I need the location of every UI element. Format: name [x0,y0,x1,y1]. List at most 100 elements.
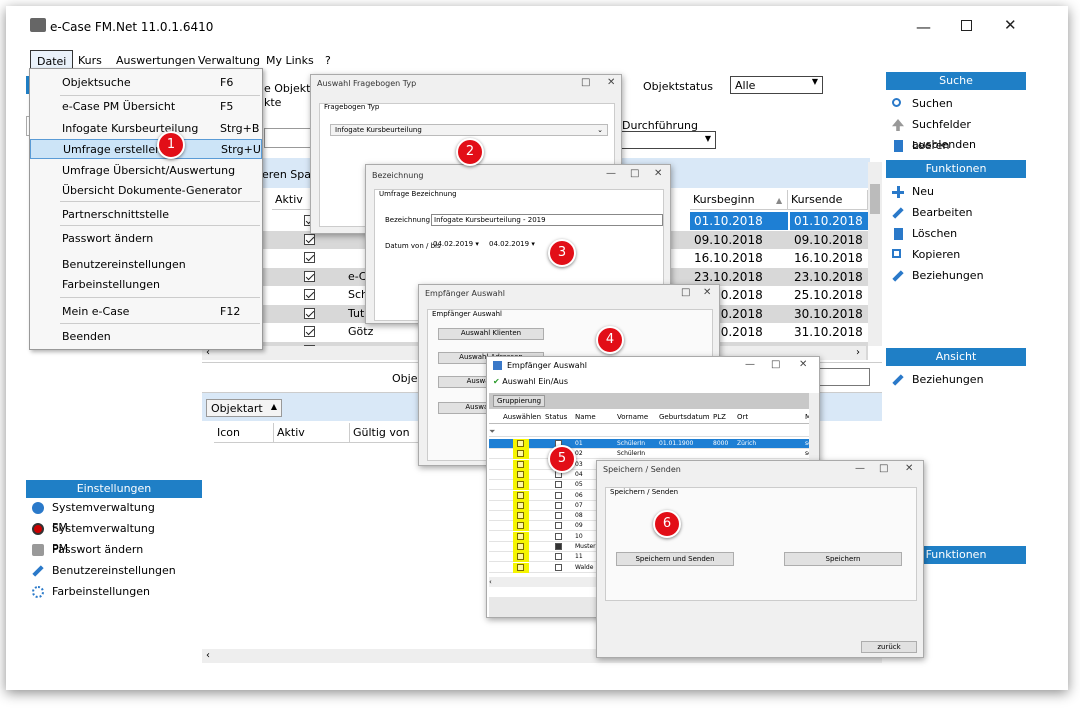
maximize-icon[interactable]: □ [879,463,888,474]
menu-mylinks[interactable]: My Links [266,54,314,67]
menu-item[interactable]: Partnerschnittstelle [30,205,262,225]
panel-item-label: Farbeinstellungen [52,585,150,598]
bezeichnung-input[interactable]: Infogate Kursbeurteilung - 2019 [431,214,663,226]
aktiv-checkbox[interactable] [304,289,315,300]
menu-item[interactable]: Benutzereinstellungen [30,255,262,275]
panel-item[interactable]: Benutzereinstellungen [26,561,176,581]
menu-item[interactable]: Passwort ändern [30,229,262,249]
menu-auswertungen[interactable]: Auswertungen [116,54,196,67]
close-icon[interactable]: ✕ [703,287,711,298]
header-aktiv[interactable]: Aktiv [274,423,350,443]
header-icon[interactable]: Icon [214,423,274,443]
auswahl-klienten-button[interactable]: Auswahl Klienten [438,328,544,340]
fragebogen-select[interactable]: Infogate Kursbeurteilung ⌄ [330,124,608,136]
search-input-left[interactable] [264,128,314,148]
maximize-icon[interactable]: □ [630,168,639,179]
grid-header-cell[interactable]: Ort [737,413,748,421]
menu-item[interactable]: Objektsuche F6 [30,73,262,93]
datum-von-input[interactable]: 04.02.2019 ▾ [431,240,481,251]
menu-item[interactable]: Farbeinstellungen [30,275,262,295]
menu-help[interactable]: ? [325,54,331,67]
select-checkbox[interactable] [513,521,529,532]
objektart-filter[interactable]: Objektart ▲ [206,399,282,417]
grid-header-cell[interactable]: Geburtsdatum [659,413,710,421]
grid-row[interactable]: 02SchülerInsc [489,449,811,460]
grid-row[interactable]: 01SchülerIn01.01.19008000Zürichsc [489,439,811,449]
durchfuehrung-select[interactable]: ▼ [606,131,716,149]
minimize-icon[interactable]: — [606,168,616,179]
select-checkbox[interactable] [513,469,529,480]
select-checkbox[interactable] [513,511,529,522]
panel-item[interactable]: Suchfelder ausblenden [886,115,1026,151]
close-icon[interactable]: ✕ [905,463,913,474]
select-checkbox[interactable] [513,562,529,573]
menu-item[interactable]: Übersicht Dokumente-Generator [30,181,262,201]
menu-item[interactable]: Beenden [30,327,262,347]
panel-item[interactable]: Löschen [886,224,1026,244]
copy-icon [892,249,901,258]
menu-item[interactable]: Umfrage Übersicht/Auswertung [30,161,262,181]
close-icon[interactable]: ✕ [1004,16,1017,34]
app-icon [493,361,502,370]
select-checkbox[interactable] [513,480,529,491]
menu-item[interactable]: Infogate Kursbeurteilung Strg+B [30,119,262,139]
panel-item[interactable]: Bearbeiten [886,203,1026,223]
panel-item[interactable]: Suchen [886,94,1026,114]
maximize-icon[interactable]: □ [771,359,780,370]
aktiv-checkbox[interactable] [304,307,315,319]
vertical-scrollbar[interactable] [868,162,882,346]
aktiv-checkbox[interactable] [304,233,315,245]
menu-item[interactable]: e-Case PM Übersicht F5 [30,97,262,117]
panel-item[interactable]: Neu [886,182,1026,202]
select-checkbox[interactable] [513,449,529,460]
header-kursende[interactable]: Kursende [788,190,868,210]
objektstatus-select[interactable]: Alle ▼ [730,76,823,94]
select-checkbox[interactable] [513,459,529,470]
panel-item[interactable]: Farbeinstellungen [26,582,166,602]
menu-verwaltung[interactable]: Verwaltung [198,54,260,67]
maximize-icon[interactable]: □ [681,287,690,298]
aktiv-checkbox[interactable] [304,326,315,337]
panel-item[interactable]: Beziehungen [886,266,1026,286]
grid-header-cell[interactable]: Auswählen [503,413,541,421]
speichern-senden-button[interactable]: Speichern und Senden [616,552,734,566]
close-icon[interactable]: ✕ [607,77,615,88]
panel-item[interactable]: Leeren [886,136,1026,156]
panel-item[interactable]: Beziehungen [886,370,1026,390]
select-checkbox[interactable] [513,500,529,511]
grid-header-cell[interactable]: Status [545,413,567,421]
select-checkbox[interactable] [513,552,529,563]
minimize-icon[interactable]: — [745,359,755,370]
close-icon[interactable]: ✕ [654,168,662,179]
maximize-icon[interactable] [961,20,972,31]
header-gueltig-von[interactable]: Gültig von [350,423,420,443]
grid-header-cell[interactable]: Vorname [617,413,648,421]
datum-bis-input[interactable]: 04.02.2019 ▾ [487,240,537,251]
grouping-button[interactable]: Gruppierung [493,395,546,407]
toolbar-toggle[interactable]: ✔ Auswahl Ein/Aus [493,377,568,386]
grid-cell-name: 07 [575,501,583,509]
aktiv-checkbox[interactable] [304,252,315,263]
menu-item[interactable]: Mein e-Case F12 [30,302,262,322]
grid-cell-name: 05 [575,481,583,489]
minimize-icon[interactable]: — [916,18,931,36]
panel-item[interactable]: Systemverwaltung FM [26,498,166,534]
menu-kurs[interactable]: Kurs [78,54,102,67]
close-icon[interactable]: ✕ [799,359,807,370]
panel-item[interactable]: Passwort ändern [26,540,166,560]
select-checkbox[interactable] [513,531,529,542]
zurueck-button[interactable]: zurück [861,641,917,653]
select-checkbox[interactable] [513,542,529,552]
panel-item[interactable]: Systemverwaltung PM [26,519,166,555]
panel-item[interactable]: Kopieren [886,245,1026,265]
header-kursbeginn[interactable]: Kursbeginn [690,190,788,210]
select-checkbox[interactable] [513,490,529,501]
menu-item[interactable]: Umfrage erstellen Strg+U [30,139,262,159]
minimize-icon[interactable]: □ [581,77,590,88]
speichern-button[interactable]: Speichern [784,552,902,566]
aktiv-checkbox[interactable] [304,270,315,282]
grid-header-cell[interactable]: Name [575,413,596,421]
minimize-icon[interactable]: — [855,463,865,474]
select-checkbox[interactable] [513,439,529,449]
grid-header-cell[interactable]: PLZ [713,413,726,421]
